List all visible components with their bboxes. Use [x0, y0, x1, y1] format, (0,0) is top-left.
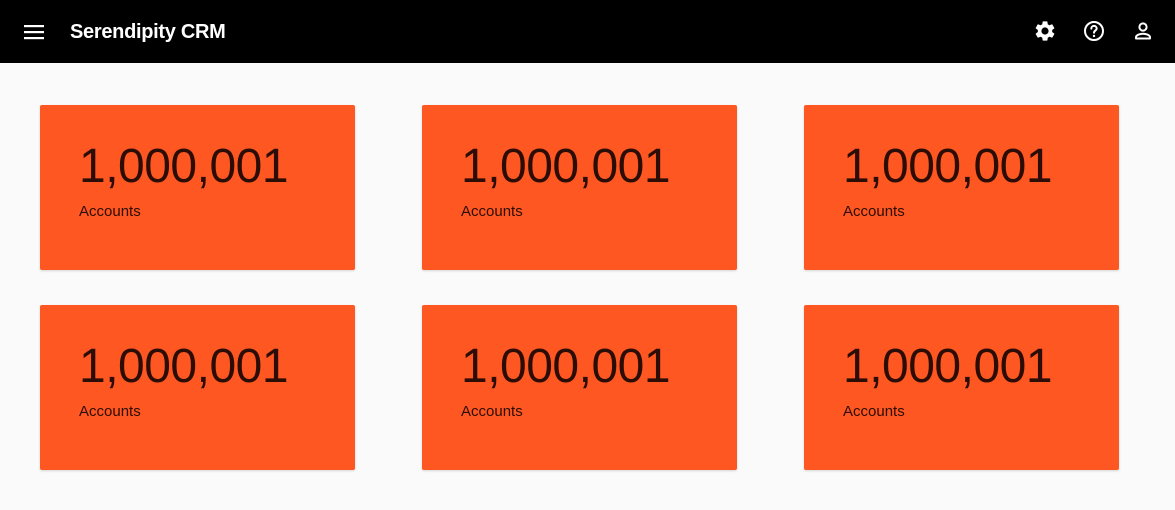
- accounts-stat-card[interactable]: 1,000,001 Accounts: [422, 105, 737, 270]
- settings-gear-icon[interactable]: [1033, 19, 1057, 43]
- stat-value: 1,000,001: [79, 340, 289, 393]
- accounts-stat-card[interactable]: 1,000,001 Accounts: [804, 105, 1119, 270]
- accounts-stat-card[interactable]: 1,000,001 Accounts: [40, 305, 355, 470]
- stat-label: Accounts: [79, 203, 141, 220]
- stat-label: Accounts: [843, 203, 905, 220]
- accounts-stat-card[interactable]: 1,000,001 Accounts: [804, 305, 1119, 470]
- stat-value: 1,000,001: [843, 140, 1053, 193]
- stat-label: Accounts: [843, 403, 905, 420]
- accounts-stat-card[interactable]: 1,000,001 Accounts: [422, 305, 737, 470]
- stat-value: 1,000,001: [843, 340, 1053, 393]
- help-icon[interactable]: [1082, 19, 1106, 43]
- app-title: Serendipity CRM: [70, 21, 226, 43]
- stat-label: Accounts: [79, 403, 141, 420]
- stat-value: 1,000,001: [461, 340, 671, 393]
- stat-value: 1,000,001: [79, 140, 289, 193]
- stat-label: Accounts: [461, 203, 523, 220]
- menu-icon[interactable]: [24, 23, 44, 41]
- accounts-stat-card[interactable]: 1,000,001 Accounts: [40, 105, 355, 270]
- top-app-bar: Serendipity CRM: [0, 0, 1175, 63]
- stat-label: Accounts: [461, 403, 523, 420]
- stat-value: 1,000,001: [461, 140, 671, 193]
- account-icon[interactable]: [1131, 19, 1155, 43]
